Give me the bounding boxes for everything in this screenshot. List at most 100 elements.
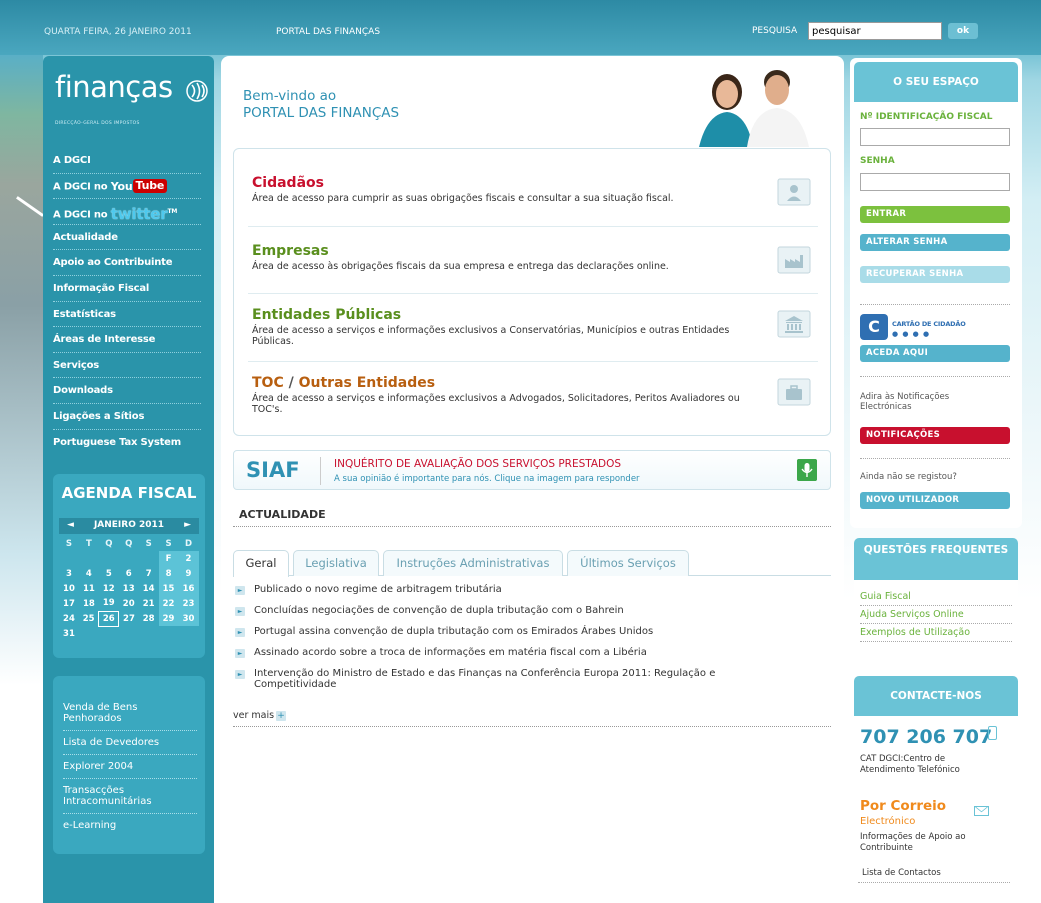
nav-informacao-fiscal[interactable]: Informação Fiscal — [53, 276, 201, 302]
calendar-day[interactable]: 31 — [59, 626, 79, 641]
section-toc-outras[interactable]: TOC / Outras Entidades Área de acesso a … — [252, 375, 812, 415]
tab-ultimos-servicos[interactable]: Últimos Serviços — [567, 550, 689, 576]
news-title[interactable]: Concluídas negociações de convenção de d… — [254, 605, 624, 616]
nav-ligacoes-sitios[interactable]: Ligações a Sítios — [53, 404, 201, 430]
section-entidades-publicas[interactable]: Entidades Públicas Área de acesso a serv… — [252, 307, 812, 347]
news-title[interactable]: Intervenção do Ministro de Estado e das … — [254, 668, 715, 690]
section-title[interactable]: Empresas — [252, 243, 812, 259]
section-title[interactable]: TOC / Outras Entidades — [252, 375, 812, 391]
cartao-cidadao-logo[interactable]: C CARTÃO DE CIDADÃO ● ● ● ● — [860, 314, 980, 340]
tab-geral[interactable]: Geral — [233, 550, 289, 577]
microphone-icon[interactable] — [797, 459, 817, 481]
calendar-day[interactable]: 4 — [79, 566, 99, 581]
envelope-icon[interactable] — [974, 806, 989, 816]
calendar-day[interactable]: 17 — [59, 596, 79, 611]
calendar-day[interactable]: 3 — [59, 566, 79, 581]
nav-portuguese-tax-system[interactable]: Portuguese Tax System — [53, 430, 201, 456]
section-title[interactable]: Cidadãos — [252, 175, 812, 191]
faq-ajuda-servicos-online[interactable]: Ajuda Serviços Online — [860, 606, 1012, 624]
calendar-day[interactable]: 19 — [99, 596, 119, 611]
calendar-day[interactable]: 16 — [178, 581, 199, 596]
calendar-day[interactable]: 6 — [119, 566, 139, 581]
calendar-day[interactable]: 14 — [139, 581, 159, 596]
recuperar-senha-button[interactable]: RECUPERAR SENHA — [860, 266, 1010, 283]
calendar-next-icon[interactable]: ► — [184, 520, 191, 530]
nav-servicos[interactable]: Serviços — [53, 353, 201, 379]
section-title[interactable]: Entidades Públicas — [252, 307, 812, 323]
link-venda-bens[interactable]: Venda de Bens Penhorados — [63, 696, 197, 731]
link-transaccoes[interactable]: Transacções Intracomunitárias — [63, 779, 197, 814]
ver-mais-text[interactable]: ver mais — [233, 710, 274, 721]
calendar-day[interactable]: 5 — [99, 566, 119, 581]
nav-dgci-youtube[interactable]: A DGCI no You Tube — [53, 174, 201, 200]
calendar-day[interactable]: 22 — [158, 596, 179, 611]
faq-guia-fiscal[interactable]: Guia Fiscal — [860, 588, 1012, 606]
factory-folder-icon[interactable] — [776, 243, 812, 275]
nav-dgci[interactable]: A DGCI — [53, 148, 201, 174]
nav-apoio-contribuinte[interactable]: Apoio ao Contribuinte — [53, 250, 201, 276]
calendar-day[interactable]: 10 — [59, 581, 79, 596]
lista-contactos-link[interactable]: Lista de Contactos — [862, 868, 941, 878]
alterar-senha-button[interactable]: ALTERAR SENHA — [860, 234, 1010, 251]
novo-utilizador-button[interactable]: NOVO UTILIZADOR — [860, 492, 1010, 509]
nav-estatisticas[interactable]: Estatísticas — [53, 302, 201, 328]
news-item[interactable]: ► Concluídas negociações de convenção de … — [233, 605, 831, 616]
tab-instrucoes-administrativas[interactable]: Instruções Administrativas — [383, 550, 563, 576]
agenda-title[interactable]: AGENDA FISCAL — [53, 484, 205, 502]
correio-title[interactable]: Por Correio — [860, 798, 946, 814]
calendar-day[interactable]: 29 — [158, 611, 179, 626]
news-item[interactable]: ► Intervenção do Ministro de Estado e das… — [233, 668, 753, 690]
link-explorer-2004[interactable]: Explorer 2004 — [63, 755, 197, 779]
calendar-day[interactable]: 24 — [59, 611, 79, 626]
calendar-day[interactable]: 27 — [119, 611, 139, 626]
building-folder-icon[interactable] — [776, 307, 812, 339]
news-item[interactable]: ► Assinado acordo sobre a troca de inform… — [233, 647, 831, 658]
password-input[interactable] — [860, 173, 1010, 191]
calendar-day[interactable]: 9 — [178, 566, 199, 581]
calendar-day[interactable]: 8 — [158, 566, 179, 581]
calendar-day[interactable]: 28 — [139, 611, 159, 626]
calendar-day[interactable]: 7 — [139, 566, 159, 581]
siaf-title[interactable]: INQUÉRITO DE AVALIAÇÃO DOS SERVIÇOS PRES… — [334, 458, 621, 470]
tab-legislativa[interactable]: Legislativa — [293, 550, 379, 576]
calendar-day[interactable]: 30 — [178, 611, 199, 626]
calendar-day[interactable]: 20 — [119, 596, 139, 611]
person-folder-icon[interactable] — [776, 175, 812, 207]
section-cidadaos[interactable]: Cidadãos Área de acesso para cumprir as … — [252, 175, 812, 207]
news-item[interactable]: ► Publicado o novo regime de arbitragem t… — [233, 584, 831, 595]
ver-mais-link[interactable]: ver mais + — [233, 710, 287, 721]
nav-downloads[interactable]: Downloads — [53, 378, 201, 404]
calendar-day[interactable]: 2 — [178, 551, 199, 566]
calendar-day[interactable]: 23 — [178, 596, 199, 611]
calendar-day[interactable]: 11 — [79, 581, 99, 596]
nav-areas-interesse[interactable]: Áreas de Interesse — [53, 327, 201, 353]
calendar-day-today[interactable]: 26 — [98, 610, 120, 627]
search-input[interactable] — [808, 22, 942, 40]
portal-link[interactable]: PORTAL DAS FINANÇAS — [276, 27, 380, 37]
calendar-day[interactable]: 25 — [79, 611, 99, 626]
nav-dgci-twitter[interactable]: A DGCI no twitterTM — [53, 199, 201, 225]
calendar-day[interactable]: 21 — [139, 596, 159, 611]
financas-logo[interactable]: finanças DIRECÇÃO-GERAL DOS IMPOSTOS — [53, 70, 208, 130]
calendar-day[interactable]: 15 — [158, 581, 179, 596]
nav-actualidade[interactable]: Actualidade — [53, 225, 201, 251]
news-title[interactable]: Portugal assina convenção de dupla tribu… — [254, 626, 653, 637]
entrar-button[interactable]: ENTRAR — [860, 206, 1010, 223]
aceda-aqui-button[interactable]: ACEDA AQUI — [860, 345, 1010, 362]
calendar-day[interactable]: 18 — [79, 596, 99, 611]
correio-subtitle[interactable]: Electrónico — [860, 816, 915, 827]
siaf-banner[interactable]: SIAF INQUÉRITO DE AVALIAÇÃO DOS SERVIÇOS… — [233, 450, 831, 490]
news-item[interactable]: ► Portugal assina convenção de dupla trib… — [233, 626, 831, 637]
link-e-learning[interactable]: e-Learning — [63, 814, 197, 837]
plus-icon[interactable]: + — [276, 711, 287, 721]
news-title[interactable]: Publicado o novo regime de arbitragem tr… — [254, 584, 502, 595]
faq-exemplos-utilizacao[interactable]: Exemplos de Utilização — [860, 624, 1012, 642]
link-lista-devedores[interactable]: Lista de Devedores — [63, 731, 197, 755]
nif-input[interactable] — [860, 128, 1010, 146]
calendar-day[interactable]: 13 — [119, 581, 139, 596]
section-empresas[interactable]: Empresas Área de acesso às obrigações fi… — [252, 243, 812, 275]
news-title[interactable]: Assinado acordo sobre a troca de informa… — [254, 647, 647, 658]
briefcase-folder-icon[interactable] — [776, 375, 812, 407]
calendar-day[interactable]: 12 — [99, 581, 119, 596]
search-ok-button[interactable]: ok — [948, 23, 978, 39]
